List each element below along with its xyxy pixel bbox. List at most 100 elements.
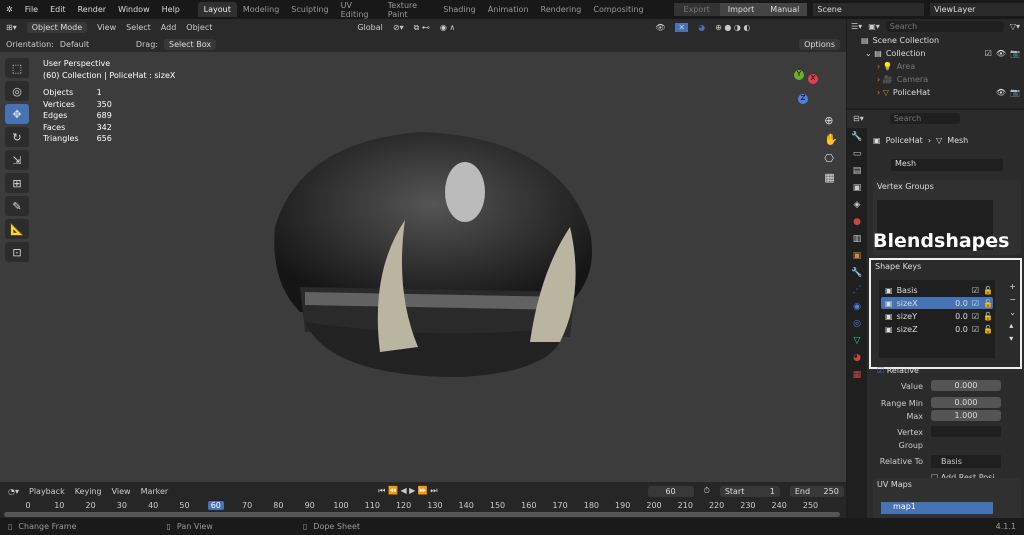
camera-view-icon[interactable]: ⎔ [824,152,838,165]
max-field[interactable]: 1.000 [931,410,1001,421]
transform-tool-icon[interactable]: ⊞ [5,173,29,193]
lock-icon[interactable]: 🔓 [983,286,993,295]
uv-maps-header[interactable]: UV Maps [873,478,1021,491]
gizmo-y[interactable]: Y [794,70,804,80]
scene-selector[interactable]: Scene [813,3,925,16]
tab-modeling[interactable]: Modeling [237,2,285,17]
object-tab-icon[interactable]: ▣ [853,251,862,261]
scene-tab-icon[interactable]: ◈ [854,200,861,210]
cursor-tool-icon[interactable]: ◎ [5,81,29,101]
camera-render-icon[interactable]: 📷 [1010,49,1020,58]
export-button[interactable]: Export [673,3,720,16]
editor-type-icon[interactable]: ⊞▾ [6,23,17,32]
drag-dropdown[interactable]: Select Box [163,38,217,50]
relative-to-field[interactable]: Basis [931,455,1001,468]
zoom-icon[interactable]: ⊕ [824,114,838,127]
shape-key-item[interactable]: ▣ Basis ☑ 🔓 [881,284,993,296]
tab-layout[interactable]: Layout [197,2,237,17]
scene-collection-row[interactable]: ▤ Scene Collection [847,34,1024,47]
vertex-group-field[interactable] [931,426,1001,437]
menu-view[interactable]: View [112,487,131,496]
shading-modes-icon[interactable]: ⊕ ● ◑ ◐ [715,23,750,32]
add-cube-tool-icon[interactable]: ⊡ [5,242,29,262]
gizmo-toggle-icon[interactable]: ✕ [675,23,689,32]
collection-tab-icon[interactable]: ▥ [853,234,862,244]
collection-row[interactable]: ⌄ ▤ Collection ☑ 👁 📷 [847,47,1024,60]
frame-ruler[interactable]: 0 10 20 30 40 50 60 70 80 90 100 110 120 130 140 150 160… [0,501,846,511]
playback-controls[interactable]: ⏮ ⏪ ◀ ▶ ⏩ ⏭ [378,486,437,496]
remove-shape-key-button[interactable]: − [1009,295,1016,304]
filter-view-icon[interactable]: ▣▾ [868,22,880,31]
camera-render-icon[interactable]: 📷 [1010,88,1020,97]
shape-key-item[interactable]: ▣ sizeX 0.0 ☑ 🔓 [881,297,993,309]
transform-orientation-dropdown[interactable]: Global [357,23,383,32]
checkbox[interactable]: ☑ [985,49,992,58]
menu-view[interactable]: View [97,23,116,32]
visibility-icon[interactable]: 👁 [655,23,665,32]
blender-logo-icon[interactable]: ✲ [0,5,19,14]
outliner-item-policehat[interactable]: › ▽ PoliceHat 👁 📷 [847,86,1024,99]
end-frame-field[interactable]: End 250 [789,485,844,497]
shape-keys-list[interactable]: ▣ Basis ☑ 🔓 ▣ sizeX 0.0 ☑ 🔓 ▣ sizeY 0.0 ☑ 🔓 ▣ sizeZ 0.0 ☑… [879,280,995,358]
menu-help[interactable]: Help [156,5,186,14]
tool-tab-icon[interactable]: 🔧 [851,132,862,142]
menu-window[interactable]: Window [112,5,156,14]
options-button[interactable]: Options [799,38,840,50]
menu-edit[interactable]: Edit [44,5,72,14]
orientation-dropdown[interactable]: Default [60,40,130,49]
navigation-gizmo[interactable]: X Y Z [782,70,826,114]
uv-map-item[interactable]: map1 [881,502,993,514]
shape-key-item[interactable]: ▣ sizeY 0.0 ☑ 🔓 [881,310,993,322]
outliner-search[interactable]: Search [885,21,1004,32]
physics-tab-icon[interactable]: ◉ [853,302,861,312]
mesh-name-field[interactable]: Mesh [891,159,1003,171]
pan-hand-icon[interactable]: ✋ [824,133,838,146]
shape-key-item[interactable]: ▣ sizeZ 0.0 ☑ 🔓 [881,323,993,335]
annotate-tool-icon[interactable]: ✎ [5,196,29,216]
move-up-button[interactable]: ▴ [1009,321,1016,330]
data-tab-icon[interactable]: ▽ [854,336,861,346]
range-min-field[interactable]: 0.000 [931,397,1001,408]
vertex-groups-header[interactable]: Vertex Groups [873,180,1021,193]
snap-icon[interactable]: ⧉ ⊷ [414,23,430,33]
shape-keys-header[interactable]: Shape Keys [871,260,1020,273]
eye-icon[interactable]: 👁 [996,49,1006,58]
pivot-icon[interactable]: ⊘▾ [393,23,404,32]
mute-checkbox[interactable]: ☑ [972,286,979,295]
move-tool-icon[interactable]: ✥ [5,104,29,124]
menu-add[interactable]: Add [161,23,177,32]
tab-animation[interactable]: Animation [482,2,535,17]
world-tab-icon[interactable]: ● [853,217,861,227]
timeline-editor-icon[interactable]: ◔▾ [8,487,19,496]
mute-checkbox[interactable]: ☑ [972,325,979,334]
specials-menu-button[interactable]: ⌄ [1009,308,1016,317]
proportional-edit-icon[interactable]: ◉ ∧ [440,23,455,32]
editor-type-icon[interactable]: ⊟▾ [853,114,864,123]
move-down-button[interactable]: ▾ [1009,334,1016,343]
mute-checkbox[interactable]: ☑ [972,312,979,321]
material-tab-icon[interactable]: ◕ [853,353,861,363]
output-tab-icon[interactable]: ▤ [853,166,862,176]
manual-button[interactable]: Manual [762,3,808,16]
display-mode-icon[interactable]: ☰▾ [851,22,862,31]
view-layer-selector[interactable]: ViewLayer [930,3,1024,16]
start-frame-field[interactable]: Start 1 [719,485,780,497]
constraints-tab-icon[interactable]: ◎ [853,319,861,329]
menu-object[interactable]: Object [186,23,212,32]
gizmo-x[interactable]: X [808,74,818,84]
tab-rendering[interactable]: Rendering [535,2,588,17]
modifier-tab-icon[interactable]: 🔧 [851,268,862,278]
filter-icon[interactable]: ▽▾ [1010,22,1020,31]
menu-select[interactable]: Select [126,23,151,32]
stopwatch-icon[interactable]: ⏱ [704,486,710,496]
select-box-tool-icon[interactable]: ⬚ [5,58,29,78]
lock-icon[interactable]: 🔓 [983,299,993,308]
overlay-icon[interactable]: ◕ [698,23,705,32]
tab-shading[interactable]: Shading [437,2,482,17]
gizmo-z[interactable]: Z [798,94,808,104]
timeline-scrollbar[interactable] [4,512,840,517]
texture-tab-icon[interactable]: ▦ [853,370,862,380]
tab-compositing[interactable]: Compositing [587,2,649,17]
properties-search[interactable]: Search [889,113,960,124]
perspective-grid-icon[interactable]: ▦ [824,171,838,184]
